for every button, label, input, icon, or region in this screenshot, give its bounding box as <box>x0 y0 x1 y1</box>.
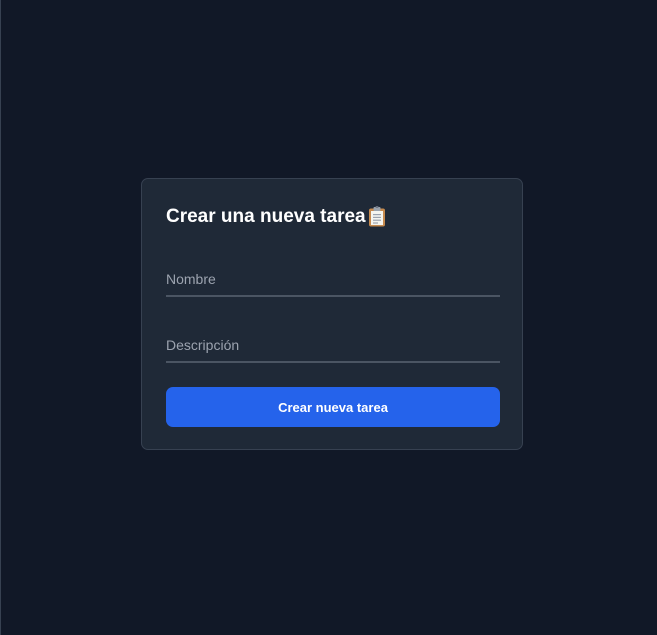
description-field <box>166 329 500 363</box>
name-field <box>166 263 500 297</box>
name-input[interactable] <box>166 263 500 295</box>
description-input[interactable] <box>166 329 500 361</box>
clipboard-icon <box>368 205 386 227</box>
form-title: Crear una nueva tarea <box>166 205 386 228</box>
task-form-card: Crear una nueva tarea Crear nueva tarea <box>141 178 523 450</box>
create-task-button[interactable]: Crear nueva tarea <box>166 387 500 427</box>
window-edge <box>0 0 1 635</box>
form-title-text: Crear una nueva tarea <box>166 206 366 227</box>
